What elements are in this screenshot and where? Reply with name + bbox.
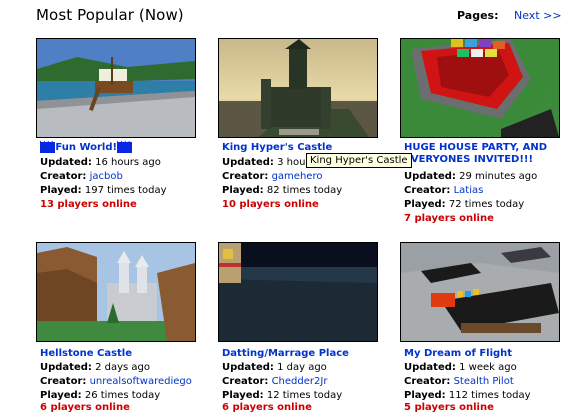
game-name[interactable]: HUGE HOUSE PARTY, AND EVERYONES INVITED!… bbox=[404, 142, 560, 166]
game-thumbnail[interactable] bbox=[400, 38, 560, 138]
selected-glyph: ░░ bbox=[40, 142, 56, 153]
played-row: Played: 72 times today bbox=[404, 199, 525, 210]
creator-row: Creator: Stealth Pilot bbox=[404, 376, 514, 387]
creator-link[interactable]: Stealth Pilot bbox=[454, 376, 514, 387]
played-row: Played: 112 times today bbox=[404, 390, 531, 401]
players-online: 6 players online bbox=[40, 402, 130, 413]
played-row: Played: 26 times today bbox=[40, 390, 161, 401]
game-thumbnail[interactable] bbox=[218, 242, 378, 342]
game-thumbnail[interactable] bbox=[218, 38, 378, 138]
updated-row: Updated: 1 day ago bbox=[222, 362, 327, 373]
game-name[interactable]: Datting/Marrage Place bbox=[222, 348, 349, 359]
next-page-link[interactable]: Next >> bbox=[514, 9, 562, 22]
tooltip: King Hyper's Castle bbox=[306, 153, 412, 168]
game-thumbnail[interactable] bbox=[36, 38, 196, 138]
played-row: Played: 82 times today bbox=[222, 185, 343, 196]
creator-link[interactable]: unrealsoftwarediego bbox=[90, 376, 192, 387]
creator-link[interactable]: Latias bbox=[454, 185, 484, 196]
creator-row: Creator: unrealsoftwarediego bbox=[40, 376, 192, 387]
page-title: Most Popular (Now) bbox=[36, 6, 184, 24]
creator-row: Creator: Latias bbox=[404, 185, 484, 196]
updated-row: Updated: 16 hours ago bbox=[40, 157, 161, 168]
players-online: 13 players online bbox=[40, 199, 137, 210]
players-online: 6 players online bbox=[222, 402, 312, 413]
game-thumbnail[interactable] bbox=[400, 242, 560, 342]
creator-row: Creator: Chedder2Jr bbox=[222, 376, 328, 387]
pages-label: Pages: bbox=[457, 9, 499, 22]
creator-link[interactable]: gamehero bbox=[272, 171, 323, 182]
creator-link[interactable]: jacbob bbox=[90, 171, 123, 182]
played-row: Played: 197 times today bbox=[40, 185, 167, 196]
game-name[interactable]: Hellstone Castle bbox=[40, 348, 132, 359]
played-row: Played: 12 times today bbox=[222, 390, 343, 401]
updated-row: Updated: 1 week ago bbox=[404, 362, 517, 373]
game-name[interactable]: My Dream of Flight bbox=[404, 348, 512, 359]
updated-row: Updated: 29 minutes ago bbox=[404, 171, 538, 182]
players-online: 7 players online bbox=[404, 213, 494, 224]
updated-row: Updated: 2 days ago bbox=[40, 362, 151, 373]
creator-row: Creator: jacbob bbox=[40, 171, 123, 182]
game-thumbnail[interactable] bbox=[36, 242, 196, 342]
creator-link[interactable]: Chedder2Jr bbox=[272, 376, 328, 387]
game-name[interactable]: ░░Fun World!░░ bbox=[40, 142, 133, 153]
creator-row: Creator: gamehero bbox=[222, 171, 323, 182]
selected-glyph: ░░ bbox=[117, 142, 133, 153]
game-name[interactable]: King Hyper's Castle bbox=[222, 142, 332, 153]
players-online: 5 players online bbox=[404, 402, 494, 413]
players-online: 10 players online bbox=[222, 199, 319, 210]
